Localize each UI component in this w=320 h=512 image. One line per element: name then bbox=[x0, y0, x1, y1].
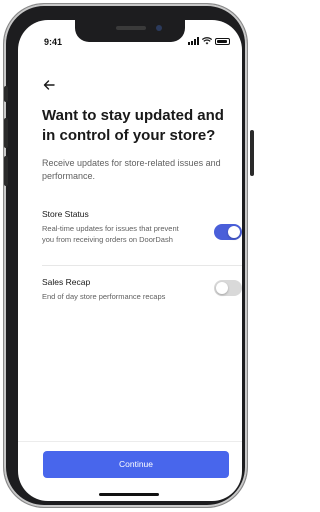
volume-up-button bbox=[4, 118, 8, 148]
setting-sales-recap: Sales Recap End of day store performance… bbox=[42, 277, 232, 302]
sales-recap-toggle[interactable] bbox=[214, 280, 242, 296]
footer-divider bbox=[18, 441, 242, 442]
home-indicator bbox=[99, 493, 159, 496]
divider bbox=[42, 265, 242, 266]
page-title: Want to stay updated and in control of y… bbox=[42, 107, 224, 144]
front-camera bbox=[156, 25, 162, 31]
phone-frame: 9:41 Want to stay updated and in control… bbox=[4, 4, 254, 507]
toggle-knob bbox=[228, 226, 240, 238]
page-subtitle: Receive updates for store-related issues… bbox=[42, 158, 221, 181]
continue-button[interactable]: Continue bbox=[43, 451, 229, 478]
status-icons bbox=[188, 37, 230, 45]
setting-description: Real-time updates for issues that preven… bbox=[42, 224, 179, 244]
notch bbox=[75, 20, 185, 42]
setting-title: Store Status bbox=[42, 209, 89, 219]
power-button bbox=[250, 130, 254, 176]
setting-title: Sales Recap bbox=[42, 277, 91, 287]
signal-icon bbox=[188, 37, 199, 45]
screen: 9:41 Want to stay updated and in control… bbox=[18, 20, 242, 501]
status-time: 9:41 bbox=[44, 37, 63, 47]
back-arrow-icon[interactable] bbox=[42, 78, 56, 92]
toggle-knob bbox=[216, 282, 228, 294]
store-status-toggle[interactable] bbox=[214, 224, 242, 240]
battery-icon bbox=[215, 37, 230, 45]
mute-switch bbox=[4, 86, 8, 102]
volume-down-button bbox=[4, 156, 8, 186]
setting-description: End of day store performance recaps bbox=[42, 292, 166, 301]
wifi-icon bbox=[202, 37, 212, 45]
setting-store-status: Store Status Real-time updates for issue… bbox=[42, 209, 232, 245]
speaker bbox=[116, 26, 146, 30]
